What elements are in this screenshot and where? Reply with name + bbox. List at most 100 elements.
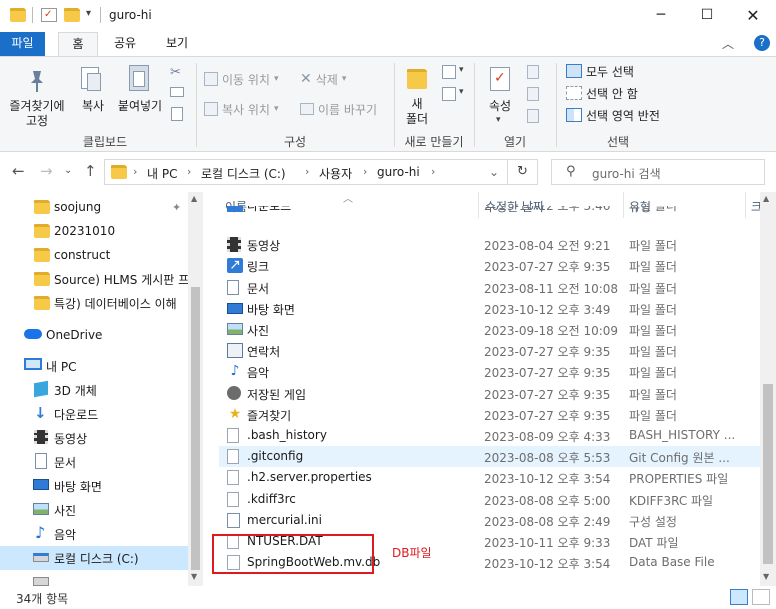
scroll-up-icon[interactable]: ▲ [763, 194, 769, 203]
properties-button[interactable]: ✓ 속성 ▾ [482, 63, 518, 129]
refresh-button[interactable]: ↻ [508, 159, 538, 185]
file-row[interactable]: 연락처 2023-07-27 오후 9:35 파일 폴더 [219, 340, 762, 361]
file-row[interactable]: 문서 2023-08-11 오전 10:08 파일 폴더 [219, 277, 762, 298]
pin-icon[interactable]: ✦ [172, 201, 181, 214]
select-all-button[interactable]: 모두 선택 [566, 61, 634, 81]
recent-locations-icon[interactable]: ⌄ [64, 165, 72, 176]
pin-to-quick-access-button[interactable]: 즐겨찾기에 고정 [9, 63, 65, 133]
file-row[interactable]: 바탕 화면 2023-10-12 오후 3:49 파일 폴더 [219, 298, 762, 319]
breadcrumb-this-pc[interactable]: 내 PC [147, 165, 177, 182]
file-row[interactable]: .kdiff3rc 2023-08-08 오후 5:00 KDIFF3RC 파일 [219, 489, 762, 510]
chevron-down-icon[interactable]: ▾ [459, 65, 464, 75]
nav-item-desktop[interactable]: 바탕 화면 [0, 474, 188, 498]
collapse-ribbon-icon[interactable]: ︿ [722, 35, 734, 52]
new-folder-button[interactable]: 새 폴더 [400, 63, 434, 129]
file-row[interactable]: 저장된 게임 2023-07-27 오후 9:35 파일 폴더 [219, 383, 762, 404]
file-row[interactable]: ★ 즐겨찾기 2023-07-27 오후 9:35 파일 폴더 [219, 404, 762, 425]
scroll-down-icon[interactable]: ▼ [191, 572, 197, 581]
address-history-dropdown-icon[interactable]: ⌄ [489, 165, 499, 179]
breadcrumb-separator-icon[interactable]: › [431, 165, 435, 178]
history-icon[interactable] [527, 109, 539, 123]
folder-icon [34, 248, 50, 262]
close-button[interactable]: ✕ [730, 0, 776, 30]
address-bar[interactable]: › 내 PC › 로컬 디스크 (C:) › 사용자 › guro-hi › ⌄ [104, 159, 508, 185]
file-row[interactable]: mercurial.ini 2023-08-08 오후 2:49 구성 설정 [219, 510, 762, 531]
easy-access-icon[interactable] [442, 87, 456, 101]
nav-item-3d-objects[interactable]: 3D 개체 [0, 378, 188, 402]
forward-button[interactable]: → [40, 162, 53, 180]
copy-button[interactable]: 복사 [76, 63, 110, 123]
file-row[interactable]: .h2.server.properties 2023-10-12 오후 3:54 P… [219, 467, 762, 488]
nav-item-soojung[interactable]: soojung ✦ [0, 195, 188, 219]
nav-item-onedrive[interactable]: OneDrive [0, 323, 188, 347]
nav-scrollbar[interactable]: ▲ ▼ [188, 192, 203, 586]
nav-item-source-hlms[interactable]: Source) HLMS 게시판 프 [0, 267, 188, 291]
details-view-icon[interactable] [730, 589, 748, 605]
file-row[interactable]: 사진 2023-09-18 오전 10:09 파일 폴더 [219, 319, 762, 340]
nav-item-downloads[interactable]: ↓ 다운로드 [0, 402, 188, 426]
quick-access-dropdown-icon[interactable]: ▾ [86, 8, 91, 19]
search-box[interactable]: ⚲ guro-hi 검색 [551, 159, 765, 185]
up-button[interactable]: ↑ [84, 162, 97, 180]
file-row[interactable]: 동영상 2023-08-04 오전 9:21 파일 폴더 [219, 234, 762, 255]
file-row[interactable]: .bash_history 2023-08-09 오후 4:33 BASH_HIST… [219, 425, 762, 446]
search-input[interactable]: guro-hi 검색 [592, 165, 661, 182]
sort-ascending-icon: ︿ [343, 194, 353, 205]
new-folder-icon[interactable] [64, 8, 80, 22]
breadcrumb-guro-hi[interactable]: guro-hi [377, 165, 420, 179]
copy-to-button[interactable]: 복사 위치 ▾ [204, 99, 279, 119]
large-icons-view-icon[interactable] [752, 589, 770, 605]
nav-item-documents[interactable]: 문서 [0, 450, 188, 474]
nav-scrollbar-thumb[interactable] [191, 287, 200, 570]
nav-item-partial[interactable] [0, 570, 188, 586]
nav-item-construct[interactable]: construct [0, 243, 188, 267]
scroll-down-icon[interactable]: ▼ [763, 572, 769, 581]
breadcrumb-users[interactable]: 사용자 [319, 165, 352, 182]
pin-icon [31, 71, 43, 92]
minimize-button[interactable]: ─ [638, 0, 684, 30]
maximize-button[interactable]: ☐ [684, 0, 730, 30]
breadcrumb-separator-icon[interactable]: › [187, 165, 191, 178]
folder-icon [10, 8, 26, 22]
paste-button[interactable]: 붙여넣기 [114, 63, 166, 123]
tab-home[interactable]: 홈 [58, 32, 98, 57]
properties-icon[interactable]: ✓ [41, 8, 57, 22]
breadcrumb-separator-icon[interactable]: › [305, 165, 309, 178]
back-button[interactable]: ← [12, 162, 25, 180]
cut-icon[interactable]: ✂ [170, 65, 181, 80]
open-icon[interactable] [527, 65, 539, 79]
tab-share[interactable]: 공유 [105, 32, 145, 56]
move-to-button[interactable]: 이동 위치 ▾ [204, 69, 279, 89]
nav-item-local-disk[interactable]: 로컬 디스크 (C:) [0, 546, 188, 570]
file-row[interactable]: ↗ 링크 2023-07-27 오후 9:35 파일 폴더 [219, 255, 762, 276]
nav-item-music[interactable]: ♪ 음악 [0, 522, 188, 546]
copy-path-icon[interactable] [170, 87, 184, 97]
delete-button[interactable]: ✕ 삭제 ▾ [300, 69, 346, 89]
chevron-down-icon[interactable]: ▾ [459, 87, 464, 97]
nav-item-videos[interactable]: 동영상 [0, 426, 188, 450]
tab-file[interactable]: 파일 [0, 32, 45, 56]
paste-shortcut-icon[interactable] [171, 107, 183, 121]
file-row[interactable]: ♪ 음악 2023-07-27 오후 9:35 파일 폴더 [219, 361, 762, 382]
tab-view[interactable]: 보기 [156, 32, 198, 56]
invert-selection-button[interactable]: 선택 영역 반전 [566, 105, 660, 125]
nav-item-pictures[interactable]: 사진 [0, 498, 188, 522]
nav-item-this-pc[interactable]: 내 PC [0, 354, 188, 378]
edit-icon[interactable] [527, 87, 539, 101]
breadcrumb-local-disk[interactable]: 로컬 디스크 (C:) [201, 165, 286, 182]
file-list-scrollbar[interactable]: ▲ ▼ [760, 192, 776, 586]
scroll-up-icon[interactable]: ▲ [191, 194, 197, 203]
nav-item-20231010[interactable]: 20231010 [0, 219, 188, 243]
select-none-button[interactable]: 선택 안 함 [566, 83, 638, 103]
file-type: 파일 폴더 [629, 281, 677, 296]
new-item-icon[interactable] [442, 65, 456, 79]
nav-item-database-lecture[interactable]: 특강) 데이터베이스 이해 [0, 291, 188, 315]
breadcrumb-separator-icon[interactable]: › [363, 165, 367, 178]
rename-button[interactable]: 이름 바꾸기 [300, 99, 377, 119]
help-icon[interactable]: ? [754, 35, 770, 51]
file-list-scrollbar-thumb[interactable] [763, 384, 773, 564]
nav-item-label: soojung [54, 200, 102, 214]
file-row[interactable]: .gitconfig 2023-08-08 오후 5:53 Git Config 원… [219, 446, 762, 468]
breadcrumb-separator-icon[interactable]: › [133, 165, 137, 178]
file-row[interactable]: 다운로드 2023-10-12 오후 3:46 파일 폴더 [219, 206, 762, 218]
